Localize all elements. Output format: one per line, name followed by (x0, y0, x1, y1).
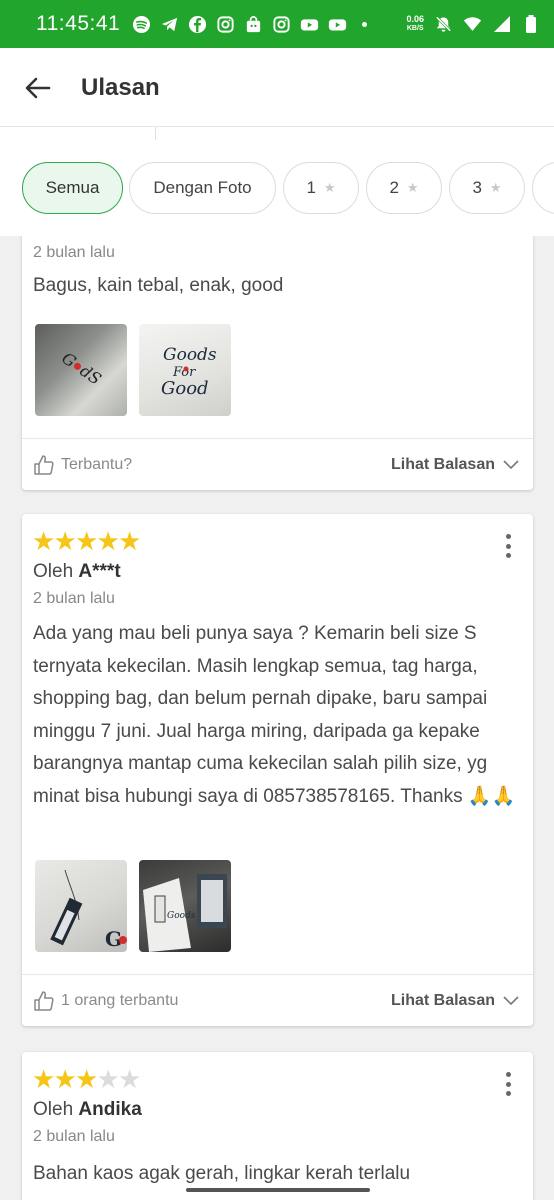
star-icon: ★ (489, 180, 502, 195)
chip-label: 1 (306, 178, 316, 197)
chip-rating-2[interactable]: 2 ★ (366, 162, 442, 214)
summary-cell (22, 127, 156, 141)
review-time: 2 bulan lalu (33, 244, 115, 261)
view-replies-button[interactable]: Lihat Balasan (391, 992, 495, 1010)
review-photo[interactable]: Goods For Good (139, 324, 231, 416)
page-title: Ulasan (81, 74, 160, 101)
svg-text:Goods: Goods (167, 911, 196, 921)
chip-label: 2 (389, 178, 399, 197)
instagram-icon (216, 15, 235, 34)
review-card: 2 bulan lalu Bagus, kain tebal, enak, go… (22, 236, 533, 490)
chevron-down-icon[interactable] (503, 993, 519, 1009)
review-text: Bagus, kain tebal, enak, good (33, 275, 284, 296)
review-time: 2 bulan lalu (33, 1128, 115, 1145)
summary-cell (157, 127, 554, 141)
home-indicator[interactable] (186, 1188, 370, 1192)
helpful-count[interactable]: 1 orang terbantu (61, 992, 178, 1010)
star-empty-icon: ★ (96, 1064, 120, 1094)
chip-label: 3 (472, 178, 482, 197)
status-time: 11:45:41 (36, 12, 121, 35)
review-photos: GdS Goods For Good (35, 324, 231, 416)
status-bar: 11:45:41 0.06 KB/S (0, 0, 554, 48)
chip-label: Semua (45, 178, 100, 197)
review-card: ★ ★ ★ ★ ★ Oleh Andika 2 bulan lalu Bahan kao… (22, 1052, 533, 1200)
more-options-icon[interactable] (501, 534, 515, 558)
spotify-icon (132, 15, 151, 34)
review-photos: G Goods (35, 860, 231, 952)
more-notifications-dot (362, 21, 368, 27)
star-icon: ★ (96, 526, 120, 556)
review-time: 2 bulan lalu (33, 590, 115, 607)
review-footer: 1 orang terbantu Lihat Balasan (22, 974, 533, 1026)
chip-dengan-foto[interactable]: Dengan Foto (129, 162, 276, 214)
view-replies-button[interactable]: Lihat Balasan (391, 456, 495, 474)
network-speed-value: 0.06 (406, 14, 424, 24)
youtube-icon (328, 15, 347, 34)
review-author: Oleh A***t (33, 561, 121, 583)
mute-icon (434, 15, 453, 34)
svg-text:Goods: Goods (163, 345, 217, 365)
review-list: 2 bulan lalu Bagus, kain tebal, enak, go… (0, 236, 554, 1200)
star-empty-icon: ★ (118, 1064, 142, 1094)
review-text: Ada yang mau beli punya saya ? Kemarin b… (33, 623, 516, 807)
facebook-icon (188, 15, 207, 34)
star-icon: ★ (406, 180, 419, 195)
star-icon: ★ (118, 526, 142, 556)
review-footer: Terbantu? Lihat Balasan (22, 438, 533, 490)
youtube-icon (300, 15, 319, 34)
chip-label: Dengan Foto (153, 178, 252, 197)
author-name: A***t (78, 561, 121, 582)
chip-rating-1[interactable]: 1 ★ (283, 162, 359, 214)
star-icon: ★ (53, 1064, 77, 1094)
chip-rating-4[interactable] (532, 162, 554, 214)
review-photo[interactable]: GdS (35, 324, 127, 416)
review-author: Oleh Andika (33, 1099, 142, 1121)
wifi-icon (463, 15, 482, 34)
rating-stars: ★ ★ ★ ★ ★ (32, 1064, 142, 1094)
network-speed: 0.06 KB/S (406, 15, 424, 33)
review-card: ★ ★ ★ ★ ★ Oleh A***t 2 bulan lalu Ada yang m… (22, 514, 533, 1026)
star-icon: ★ (32, 526, 56, 556)
review-photo[interactable]: G (35, 860, 127, 952)
rating-stars: ★ ★ ★ ★ ★ (32, 526, 142, 556)
back-arrow-icon[interactable] (24, 74, 52, 102)
telegram-icon (160, 15, 179, 34)
shopping-bag-icon (244, 15, 263, 34)
summary-strip (0, 126, 554, 141)
chevron-down-icon[interactable] (503, 457, 519, 473)
star-icon: ★ (32, 1064, 56, 1094)
chip-rating-3[interactable]: 3 ★ (449, 162, 525, 214)
star-icon: ★ (323, 180, 336, 195)
review-text: Bahan kaos agak gerah, lingkar kerah ter… (33, 1163, 411, 1184)
star-icon: ★ (75, 526, 99, 556)
more-options-icon[interactable] (501, 1072, 515, 1096)
helpful-button[interactable]: Terbantu? (61, 456, 132, 474)
thumbs-up-icon[interactable] (33, 454, 55, 476)
signal-icon (492, 15, 511, 34)
thumbs-up-icon[interactable] (33, 990, 55, 1012)
author-prefix: Oleh (33, 1099, 74, 1120)
instagram-icon (272, 15, 291, 34)
battery-icon (521, 15, 540, 34)
author-prefix: Oleh (33, 561, 74, 582)
svg-text:Good: Good (161, 378, 209, 399)
author-name: Andika (78, 1099, 142, 1120)
app-bar: Ulasan (0, 48, 554, 128)
notification-icons (132, 15, 368, 34)
chip-semua[interactable]: Semua (22, 162, 123, 214)
star-icon: ★ (75, 1064, 99, 1094)
star-icon: ★ (53, 526, 77, 556)
filter-chips: Semua Dengan Foto 1 ★ 2 ★ 3 ★ (0, 140, 554, 236)
network-speed-unit: KB/S (406, 25, 424, 32)
review-photo[interactable]: Goods (139, 860, 231, 952)
